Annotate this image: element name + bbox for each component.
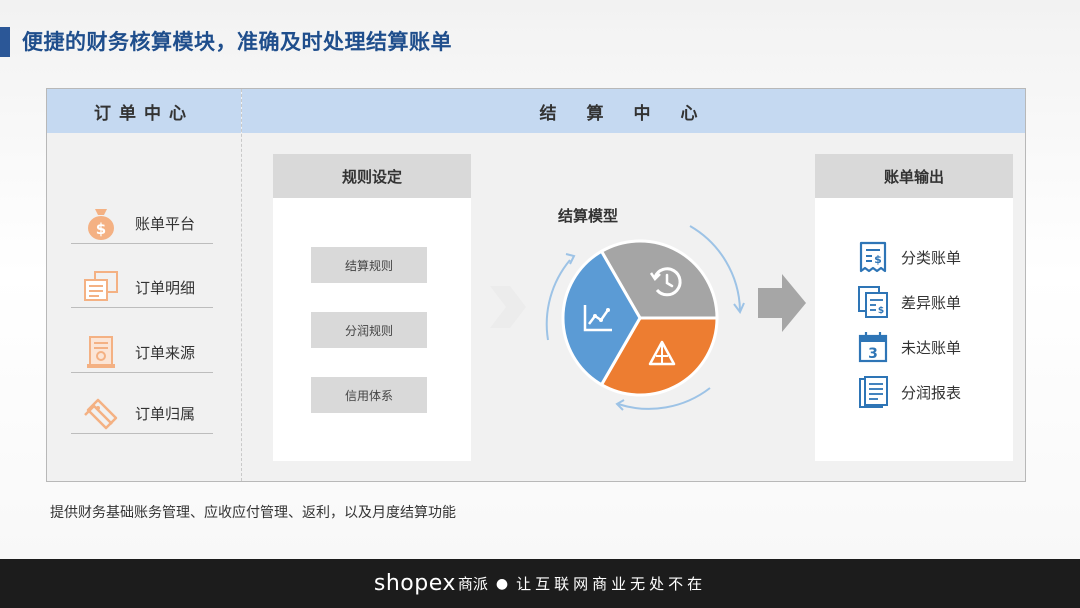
bill-item-profit-report: 分润报表 <box>855 374 961 410</box>
order-center-header: 订单中心 <box>47 89 241 133</box>
documents-icon <box>79 269 123 305</box>
column-divider <box>241 89 242 481</box>
rule-item-profit-share: 分润规则 <box>311 312 427 348</box>
brand-logo: shopex <box>373 571 456 596</box>
calendar-icon: 3 <box>855 329 891 365</box>
footer-slogan: 让互联网商业无处不在 <box>516 575 707 593</box>
papers-icon: $ <box>855 284 891 320</box>
order-item-order-detail: 订单明细 <box>71 267 213 308</box>
page-title: 便捷的财务核算模块，准确及时处理结算账单 <box>22 30 452 54</box>
brand-logo-cn: 商派 <box>457 575 488 593</box>
bill-item-classified: $ 分类账单 <box>855 239 961 275</box>
rule-item-credit: 信用体系 <box>311 377 427 413</box>
page-caption: 提供财务基础账务管理、应收应付管理、返利，以及月度结算功能 <box>50 505 456 521</box>
bills-panel: 账单输出 $ 分类账单 $ 差异账单 3 未达账单 分润报表 <box>815 154 1013 461</box>
rules-panel-header: 规则设定 <box>273 154 471 198</box>
svg-text:$: $ <box>874 253 882 266</box>
order-item-order-source: 订单来源 <box>71 332 213 373</box>
order-item-order-ownership: 订单归属 <box>71 393 213 434</box>
bill-item-difference: $ 差异账单 <box>855 284 961 320</box>
bill-item-label: 分类账单 <box>901 248 962 267</box>
scroll-icon <box>79 334 123 370</box>
bill-item-outstanding: 3 未达账单 <box>855 329 961 365</box>
svg-text:$: $ <box>96 220 106 238</box>
tag-icon <box>79 395 123 431</box>
order-item-label: 账单平台 <box>135 214 196 233</box>
receipt-icon: $ <box>855 239 891 275</box>
title-accent-bar <box>0 27 10 57</box>
rule-item-settlement: 结算规则 <box>311 247 427 283</box>
bills-panel-header: 账单输出 <box>815 154 1013 198</box>
output-arrow <box>758 274 806 332</box>
order-item-bill-platform: $ 账单平台 <box>71 203 213 244</box>
order-item-label: 订单归属 <box>135 404 196 423</box>
bill-item-label: 未达账单 <box>901 338 962 357</box>
svg-text:$: $ <box>878 306 884 316</box>
faint-chevron-arrow <box>490 286 526 328</box>
settlement-center-header: 结算中心 <box>242 89 1025 133</box>
order-item-label: 订单来源 <box>135 343 196 362</box>
bill-item-label: 分润报表 <box>901 383 962 402</box>
report-icon <box>855 374 891 410</box>
order-item-label: 订单明细 <box>135 278 196 297</box>
bill-item-label: 差异账单 <box>901 293 962 312</box>
money-bag-icon: $ <box>79 205 123 241</box>
settlement-model-cycle <box>545 225 745 411</box>
svg-text:3: 3 <box>868 346 878 362</box>
separator-dot: ● <box>495 575 509 592</box>
footer-bar: shopex 商派 ● 让互联网商业无处不在 <box>0 559 1080 608</box>
rules-panel: 规则设定 结算规则 分润规则 信用体系 <box>273 154 471 461</box>
